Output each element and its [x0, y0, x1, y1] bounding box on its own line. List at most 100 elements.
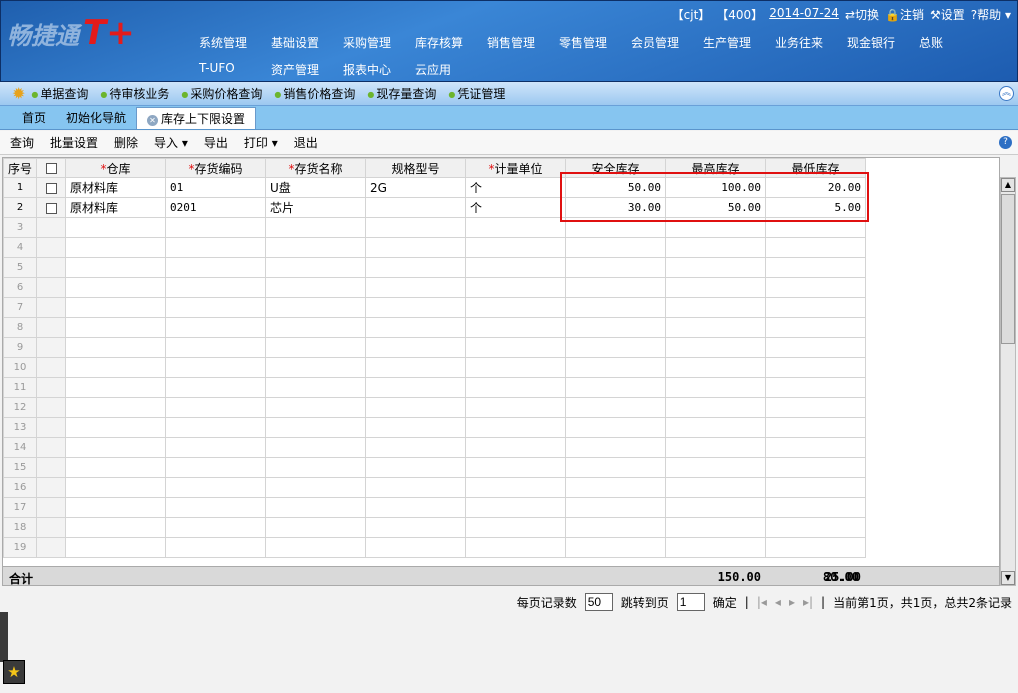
gear-icon[interactable]: ✹: [12, 84, 25, 103]
last-page-icon[interactable]: ▸|: [803, 595, 813, 609]
row-checkbox[interactable]: [45, 182, 57, 194]
table-cell: 11: [3, 377, 38, 398]
table-cell: [65, 337, 167, 358]
import-button[interactable]: 导入 ▾: [154, 134, 188, 151]
menu-item[interactable]: 总账: [919, 34, 991, 51]
table-cell: 7: [3, 297, 38, 318]
menu-item[interactable]: T-UFO: [199, 61, 271, 78]
column-header[interactable]: *存货编码: [165, 158, 267, 178]
settings-button[interactable]: ⚒设置: [930, 6, 965, 23]
table-cell: [365, 297, 467, 318]
delete-button[interactable]: 删除: [114, 134, 138, 151]
menu-item[interactable]: 生产管理: [703, 34, 775, 51]
menu-item[interactable]: 会员管理: [631, 34, 703, 51]
scroll-down-icon[interactable]: ▼: [1001, 571, 1015, 585]
row-checkbox[interactable]: [45, 202, 57, 214]
star-icon[interactable]: ★: [3, 660, 25, 684]
query-button[interactable]: 查询: [10, 134, 34, 151]
shortcut-link[interactable]: 现存量查询: [367, 85, 436, 102]
tab-home[interactable]: 首页: [12, 107, 56, 129]
column-header[interactable]: 规格型号: [365, 158, 467, 178]
vertical-scrollbar[interactable]: ▲ ▼: [1000, 177, 1016, 586]
first-page-icon[interactable]: |◂: [757, 595, 767, 609]
column-header[interactable]: 序号: [3, 158, 38, 178]
shortcut-link[interactable]: 待审核业务: [100, 85, 169, 102]
select-all-checkbox[interactable]: [45, 163, 57, 174]
switch-button[interactable]: ⇄切换: [845, 6, 879, 23]
shortcut-link[interactable]: 采购价格查询: [181, 85, 262, 102]
help-icon[interactable]: ?: [999, 136, 1012, 149]
table-cell[interactable]: 2G: [365, 177, 467, 198]
confirm-button[interactable]: 确定: [713, 594, 737, 611]
total-row: 合计 80.00 150.00 25.00: [3, 566, 999, 585]
scroll-up-icon[interactable]: ▲: [1001, 178, 1015, 192]
column-header[interactable]: [36, 158, 67, 178]
menu-item[interactable]: 现金银行: [847, 34, 919, 51]
shortcut-link[interactable]: 销售价格查询: [274, 85, 355, 102]
table-cell: [365, 237, 467, 258]
tab-init-guide[interactable]: 初始化导航: [56, 107, 136, 129]
tab-stock-limits[interactable]: ✕ 库存上下限设置: [136, 107, 257, 129]
menu-item[interactable]: 零售管理: [559, 34, 631, 51]
menu-item[interactable]: 系统管理: [199, 34, 271, 51]
table-cell: [365, 517, 467, 538]
lock-icon: 🔒: [885, 8, 900, 22]
table-cell[interactable]: 个: [465, 177, 567, 198]
jump-page-input[interactable]: [676, 593, 705, 611]
table-cell: [565, 237, 667, 258]
batch-set-button[interactable]: 批量设置: [50, 134, 98, 151]
table-cell: [265, 477, 367, 498]
date-link[interactable]: 2014-07-24: [769, 6, 839, 23]
table-cell: [465, 317, 567, 338]
column-header[interactable]: *计量单位: [465, 158, 567, 178]
menu-item[interactable]: 报表中心: [343, 61, 415, 78]
table-cell: [165, 337, 267, 358]
column-header[interactable]: *存货名称: [265, 158, 367, 178]
menu-item[interactable]: 云应用: [415, 61, 487, 78]
menu-item[interactable]: 库存核算: [415, 34, 487, 51]
table-cell: [665, 377, 767, 398]
table-cell: [665, 497, 767, 518]
shortcut-link[interactable]: 凭证管理: [448, 85, 505, 102]
table-cell: 4: [3, 237, 38, 258]
table-cell: [565, 297, 667, 318]
menu-item[interactable]: 基础设置: [271, 34, 343, 51]
menu-item[interactable]: 销售管理: [487, 34, 559, 51]
table-cell: [465, 517, 567, 538]
shortcut-link[interactable]: 单据查询: [31, 85, 88, 102]
table-cell: [65, 497, 167, 518]
menu-item[interactable]: 采购管理: [343, 34, 415, 51]
table-cell: [265, 257, 367, 278]
table-cell[interactable]: U盘: [265, 177, 367, 198]
total-min-stock: 25.00: [824, 570, 861, 584]
table-cell[interactable]: 芯片: [265, 197, 367, 218]
table-cell: [465, 297, 567, 318]
print-button[interactable]: 打印 ▾: [244, 134, 278, 151]
table-cell[interactable]: [365, 197, 467, 218]
table-cell[interactable]: 0201: [165, 197, 267, 218]
logout-button[interactable]: 🔒注销: [885, 6, 924, 23]
menu-item[interactable]: 业务往来: [775, 34, 847, 51]
divider: |: [744, 595, 749, 609]
table-cell: [465, 457, 567, 478]
table-cell[interactable]: 01: [165, 177, 267, 198]
table-cell[interactable]: 原材料库: [65, 177, 167, 198]
close-icon[interactable]: ✕: [147, 115, 159, 126]
export-button[interactable]: 导出: [204, 134, 228, 151]
exit-button[interactable]: 退出: [294, 134, 318, 151]
table-cell: [365, 497, 467, 518]
side-handle[interactable]: [0, 612, 8, 662]
table-cell: [165, 277, 267, 298]
table-cell: [265, 497, 367, 518]
column-header[interactable]: *仓库: [65, 158, 167, 178]
help-button[interactable]: ?帮助 ▾: [971, 6, 1011, 23]
next-page-icon[interactable]: ▸: [789, 595, 795, 609]
page-size-input[interactable]: [584, 593, 613, 611]
collapse-icon[interactable]: ︽: [999, 86, 1014, 101]
prev-page-icon[interactable]: ◂: [775, 595, 781, 609]
scroll-thumb[interactable]: [1001, 194, 1015, 344]
table-cell: [565, 497, 667, 518]
menu-item[interactable]: 资产管理: [271, 61, 343, 78]
table-cell[interactable]: 原材料库: [65, 197, 167, 218]
table-cell[interactable]: 个: [465, 197, 567, 218]
